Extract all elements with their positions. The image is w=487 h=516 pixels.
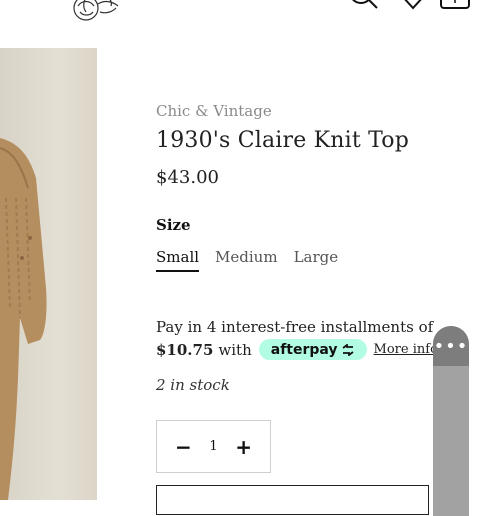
more-info-link[interactable]: More info [374, 342, 438, 357]
knit-top-image [0, 138, 47, 500]
afterpay-label: afterpay [270, 341, 338, 358]
installment-with: with [218, 340, 252, 359]
floating-widget[interactable]: ••• [433, 326, 469, 516]
installments-row: $10.75 with afterpay More info [156, 339, 438, 360]
installment-amount: $10.75 [156, 340, 214, 359]
widget-menu-button[interactable]: ••• [433, 326, 469, 366]
search-icon[interactable] [346, 0, 380, 14]
product-price: $43.00 [156, 167, 219, 188]
product-vendor[interactable]: Chic & Vintage [156, 102, 272, 120]
size-option-small[interactable]: Small [156, 248, 200, 272]
size-option-medium[interactable]: Medium [215, 248, 278, 272]
stock-status: 2 in stock [156, 376, 230, 394]
installments-text: Pay in 4 interest-free installments of [156, 318, 434, 336]
add-to-cart-button[interactable] [156, 485, 429, 515]
product-photo[interactable] [0, 48, 97, 500]
size-label: Size [156, 216, 191, 234]
quantity-value[interactable]: 1 [209, 439, 217, 454]
rose-logo-icon[interactable] [64, 0, 126, 28]
shopping-bag-icon[interactable] [438, 0, 472, 12]
size-options: Small Medium Large [156, 248, 338, 272]
quantity-plus-button[interactable]: + [235, 435, 252, 459]
heart-icon[interactable] [398, 0, 428, 12]
afterpay-arrows-icon [342, 343, 354, 356]
size-option-large[interactable]: Large [294, 248, 339, 272]
quantity-minus-button[interactable]: − [175, 435, 192, 459]
quantity-stepper: − 1 + [156, 420, 271, 473]
afterpay-badge[interactable]: afterpay [258, 339, 367, 360]
product-title: 1930's Claire Knit Top [156, 128, 410, 153]
